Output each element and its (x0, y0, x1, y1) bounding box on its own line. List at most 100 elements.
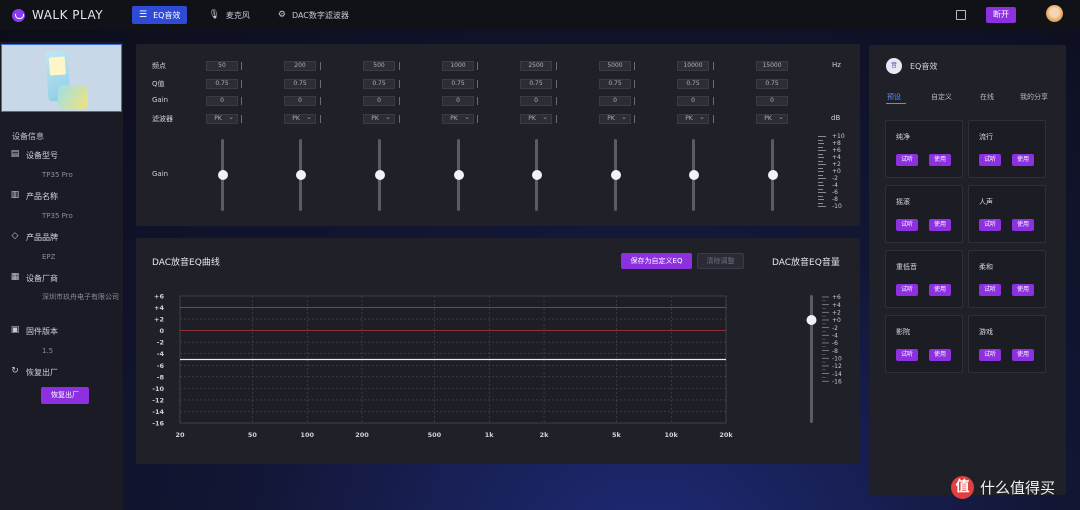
band-5-q-input[interactable]: 0.75 (520, 79, 552, 89)
band-8-freq-input[interactable]: 15000 (756, 61, 788, 71)
preset-use-button[interactable]: 使用 (929, 154, 951, 166)
band-6-gain-thumb[interactable] (610, 170, 621, 180)
band-3-gain-input[interactable]: 0 (363, 96, 395, 106)
band-2-q-input[interactable]: 0.75 (284, 79, 316, 89)
logo-text: WALK PLAY (32, 8, 104, 22)
tab-eq[interactable]: ☰ EQ音效 (132, 6, 188, 24)
column-separator (713, 115, 714, 123)
preset-try-button[interactable]: 试听 (896, 219, 918, 231)
preset-try-button[interactable]: 试听 (896, 349, 918, 361)
band-6-freq-input[interactable]: 5000 (599, 61, 631, 71)
freq-row-label: 频点 (152, 62, 166, 70)
y-tick-label: +2 (154, 316, 164, 324)
preset-card: 游戏 试听 使用 (968, 315, 1046, 373)
volume-slider-track[interactable] (810, 295, 813, 423)
preset-use-button[interactable]: 使用 (1012, 219, 1034, 231)
preset-try-button[interactable]: 试听 (979, 349, 1001, 361)
band-2-gain-input[interactable]: 0 (284, 96, 316, 106)
preset-try-button[interactable]: 试听 (896, 154, 918, 166)
band-2-filter-select[interactable]: PK (284, 113, 316, 124)
preset-use-button[interactable]: 使用 (1012, 154, 1034, 166)
factory-reset-button[interactable]: 恢复出厂 (41, 387, 89, 404)
volume-slider-thumb[interactable] (806, 314, 817, 325)
band-2-freq-input[interactable]: 200 (284, 61, 316, 71)
preset-try-button[interactable]: 试听 (896, 284, 918, 296)
eq-curve-panel: DAC放音EQ曲线 保存为自定义EQ 清除调整 DAC放音EQ音量 20 50 10… (136, 238, 860, 464)
preset-name: 影院 (896, 328, 910, 336)
band-7-filter-select[interactable]: PK (677, 113, 709, 124)
preset-name: 流行 (979, 133, 993, 141)
gain-scale-minor-tick (818, 174, 823, 176)
watermark: 值 什么值得买 (951, 476, 1055, 499)
band-1-gain-thumb[interactable] (217, 170, 228, 180)
preset-use-button[interactable]: 使用 (1012, 349, 1034, 361)
factory-icon: ▦ (10, 272, 20, 282)
watermark-text: 什么值得买 (980, 479, 1056, 497)
band-1-gain-input[interactable]: 0 (206, 96, 238, 106)
band-5-gain-thumb[interactable] (531, 170, 542, 180)
tab-microphone[interactable]: 🎙︎ 麦克风 (201, 6, 256, 24)
band-6-gain-input[interactable]: 0 (599, 96, 631, 106)
tab-my-share[interactable]: 我的分享 (1020, 92, 1048, 102)
band-4-gain-thumb[interactable] (453, 170, 464, 180)
top-bar: WALK PLAY ☰ EQ音效 🎙︎ 麦克风 ⚙ DAC数字滤波器 断开 (0, 0, 1080, 30)
preset-try-button[interactable]: 试听 (979, 219, 1001, 231)
band-6-filter-select[interactable]: PK (599, 113, 631, 124)
avatar[interactable] (1046, 5, 1063, 22)
factory-reset-label: ↻ 恢复出厂 (11, 366, 58, 377)
band-5-freq-input[interactable]: 2500 (520, 61, 552, 71)
band-2-gain-thumb[interactable] (295, 170, 306, 180)
band-5-gain-input[interactable]: 0 (520, 96, 552, 106)
gain-scale-tick (818, 143, 824, 144)
band-8-gain-thumb[interactable] (767, 170, 778, 180)
volume-scale-label: +2 (832, 310, 841, 317)
preset-card: 重低音 试听 使用 (885, 250, 963, 308)
tab-dac-filter[interactable]: ⚙ DAC数字滤波器 (271, 6, 356, 24)
sliders-icon: ☰ (139, 10, 148, 20)
preset-use-button[interactable]: 使用 (929, 284, 951, 296)
band-8-gain-input[interactable]: 0 (756, 96, 788, 106)
preset-use-button[interactable]: 使用 (929, 219, 951, 231)
band-3-gain-thumb[interactable] (374, 170, 385, 180)
gain-scale-minor-tick (818, 195, 823, 197)
tab-custom[interactable]: 自定义 (931, 92, 952, 102)
device-info-title: 设备信息 (12, 132, 44, 141)
band-4-q-input[interactable]: 0.75 (442, 79, 474, 89)
band-4-gain-input[interactable]: 0 (442, 96, 474, 106)
disconnect-button[interactable]: 断开 (986, 7, 1016, 23)
gain-scale-minor-tick (818, 181, 823, 183)
preset-use-button[interactable]: 使用 (929, 349, 951, 361)
q-row-label: Q值 (152, 80, 165, 88)
band-1-q-input[interactable]: 0.75 (206, 79, 238, 89)
band-8-q-input[interactable]: 0.75 (756, 79, 788, 89)
band-1-filter-select[interactable]: PK (206, 113, 238, 124)
column-separator (477, 62, 478, 70)
y-tick-label: -12 (152, 396, 164, 404)
band-4-filter-select[interactable]: PK (442, 113, 474, 124)
gain-scale-minor-tick (818, 160, 823, 162)
band-5-filter-select[interactable]: PK (520, 113, 552, 124)
band-8-filter-select[interactable]: PK (756, 113, 788, 124)
gain-scale-tick (818, 185, 824, 186)
device-image (1, 44, 122, 112)
preset-use-button[interactable]: 使用 (1012, 284, 1034, 296)
band-7-gain-input[interactable]: 0 (677, 96, 709, 106)
tab-online[interactable]: 在线 (980, 92, 994, 102)
band-3-filter-select[interactable]: PK (363, 113, 395, 124)
band-3-q-input[interactable]: 0.75 (363, 79, 395, 89)
band-4-freq-input[interactable]: 1000 (442, 61, 474, 71)
gain-scale-tick (818, 206, 826, 207)
band-7-q-input[interactable]: 0.75 (677, 79, 709, 89)
preset-try-button[interactable]: 试听 (979, 154, 1001, 166)
scan-icon[interactable] (956, 10, 966, 20)
band-3-freq-input[interactable]: 500 (363, 61, 395, 71)
band-7-freq-input[interactable]: 10000 (677, 61, 709, 71)
band-6-q-input[interactable]: 0.75 (599, 79, 631, 89)
preset-try-button[interactable]: 试听 (979, 284, 1001, 296)
tab-preset[interactable]: 预设 (887, 92, 901, 102)
band-1-freq-input[interactable]: 50 (206, 61, 238, 71)
band-7-gain-thumb[interactable] (688, 170, 699, 180)
active-tab-underline (886, 103, 906, 104)
x-tick-label: 2k (540, 431, 550, 439)
column-separator (399, 62, 400, 70)
